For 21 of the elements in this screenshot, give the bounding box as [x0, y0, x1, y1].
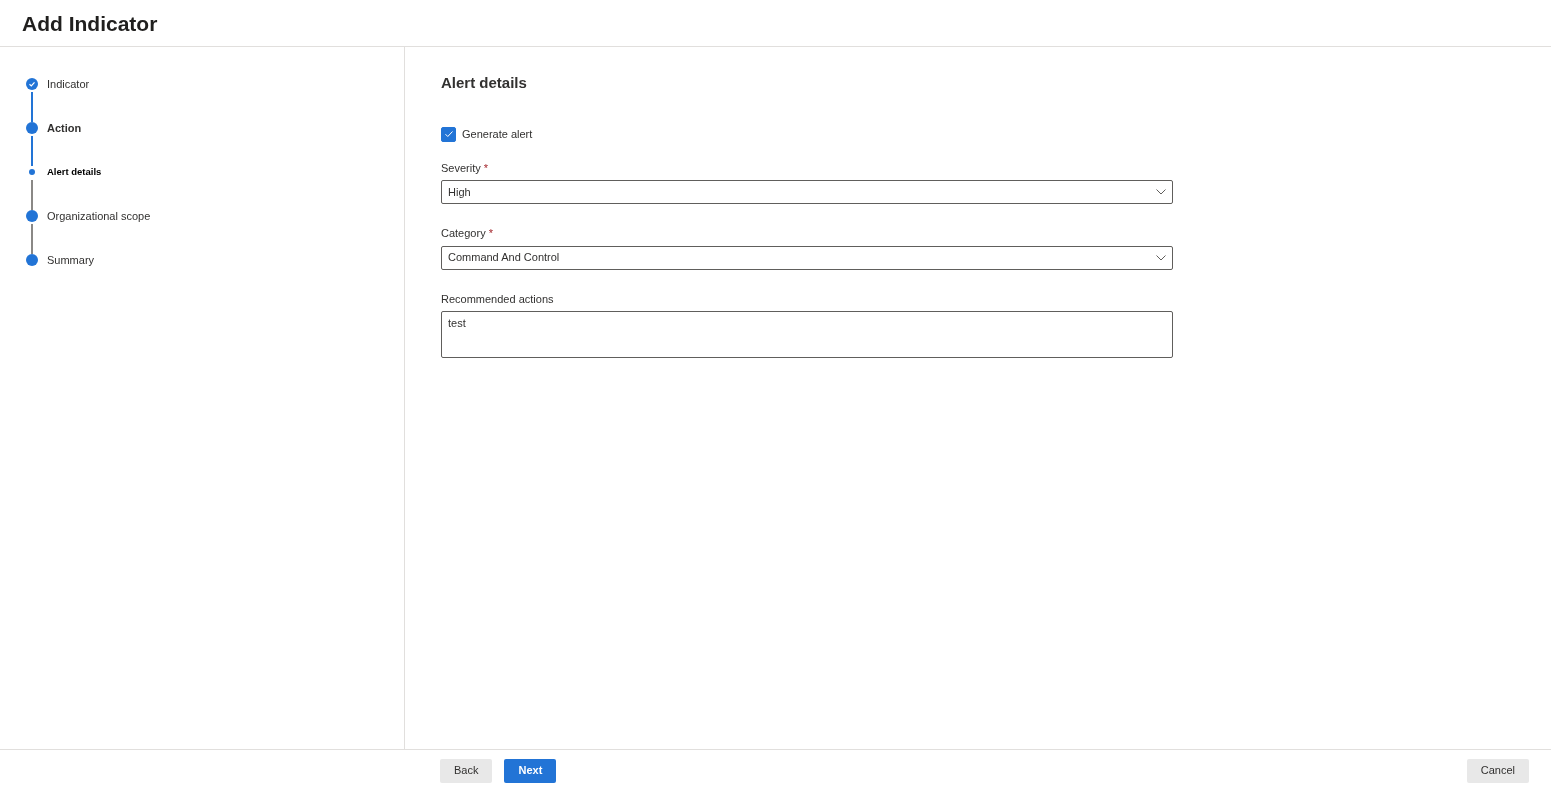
- field-label: Recommended actions: [441, 291, 555, 307]
- field-label: Severity *: [441, 160, 490, 176]
- checkbox[interactable]: [441, 126, 456, 142]
- step-label[interactable]: Action: [47, 122, 82, 166]
- step-label[interactable]: Alert details: [47, 166, 102, 210]
- step-label[interactable]: Organizational scope: [47, 210, 151, 254]
- text-area-field[interactable]: test: [441, 311, 1173, 358]
- next-button[interactable]: Next: [504, 758, 557, 783]
- section-title: Alert details: [441, 74, 528, 92]
- checkmark-icon: [443, 129, 454, 140]
- chevron-down-icon: [1156, 254, 1166, 261]
- dropdown-field[interactable]: Command And Control: [441, 245, 1173, 270]
- step-label[interactable]: Indicator: [47, 78, 90, 122]
- back-button[interactable]: Back: [440, 758, 493, 783]
- page-title: Add Indicator: [22, 11, 159, 37]
- cancel-button[interactable]: Cancel: [1466, 758, 1529, 783]
- step-label[interactable]: Summary: [47, 254, 95, 266]
- chevron-down-icon: [1156, 189, 1166, 195]
- dropdown-field[interactable]: High: [441, 180, 1173, 204]
- checkbox-label: Generate alert: [462, 127, 533, 142]
- field-label: Category *: [441, 226, 494, 241]
